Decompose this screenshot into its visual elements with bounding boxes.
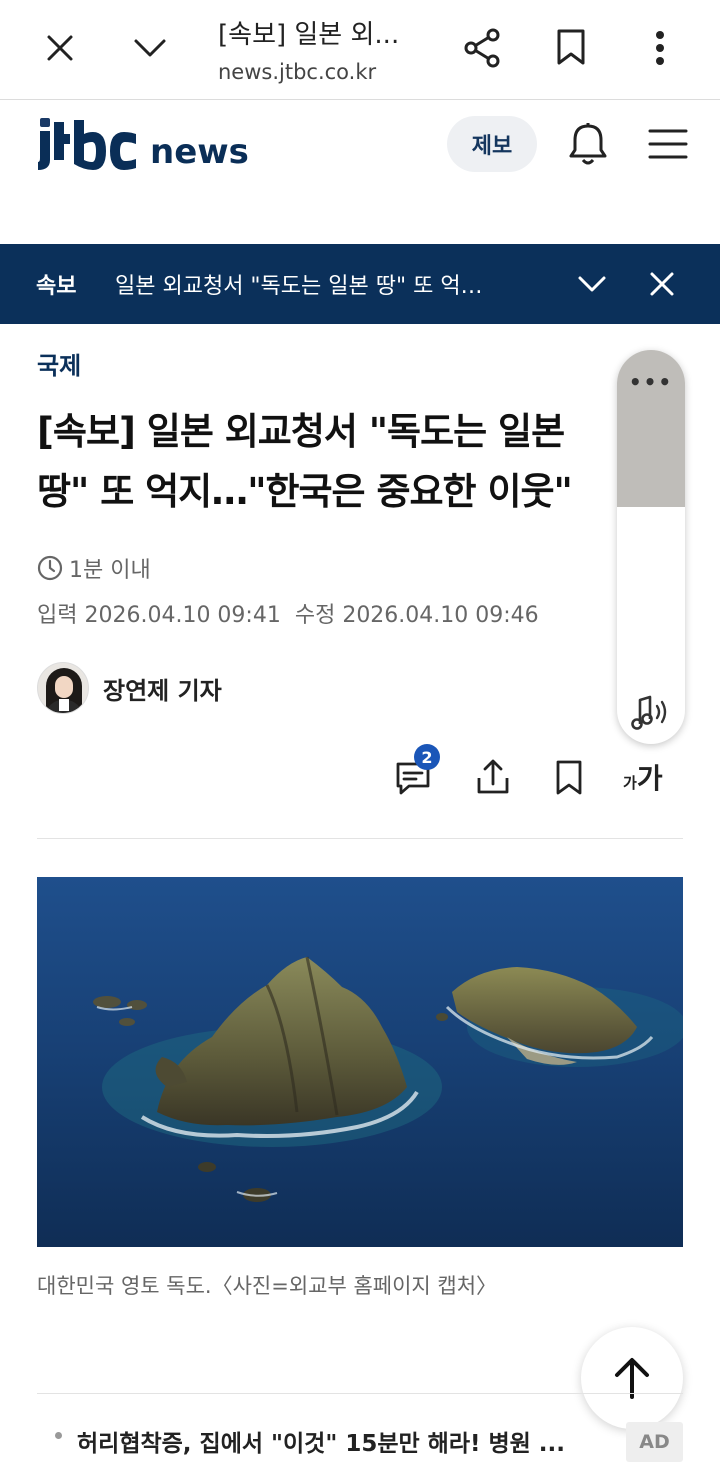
breaking-tag: 속보: [36, 274, 77, 299]
article-category[interactable]: 국제: [37, 346, 81, 381]
jtbc-news-logo[interactable]: news: [36, 118, 249, 172]
photo-caption: 대한민국 영토 독도.〈사진=외교부 홈페이지 캡처〉: [37, 1274, 498, 1298]
headline-line: [속보] 일본 외교청서 "독도는 일본: [37, 410, 565, 453]
font-size-big: 가: [636, 762, 663, 795]
article-dates: 입력 2026.04.10 09:41 수정 2026.04.10 09:46: [37, 597, 539, 629]
bookmark-icon[interactable]: [553, 26, 589, 68]
comment-count-badge: 2: [414, 744, 440, 770]
breaking-headline[interactable]: 일본 외교청서 "독도는 일본 땅" 또 억…: [115, 268, 515, 300]
url-text[interactable]: news.jtbc.co.kr: [218, 60, 376, 84]
audio-listen-icon[interactable]: [629, 692, 673, 732]
headline-line: 땅" 또 억지…"한국은 중요한 이웃": [37, 470, 573, 513]
read-time: 1분 이내: [37, 552, 151, 584]
article-photo[interactable]: [37, 877, 683, 1247]
modified-date: 수정 2026.04.10 09:46: [294, 603, 539, 628]
tab-title[interactable]: [속보] 일본 외...: [218, 14, 399, 51]
close-icon[interactable]: [40, 28, 80, 68]
input-date: 입력 2026.04.10 09:41: [37, 603, 281, 628]
more-vertical-icon[interactable]: [645, 26, 675, 70]
dokdo-photo-image: [37, 877, 683, 1247]
ad-headline[interactable]: 허리협착증, 집에서 "이것" 15분만 해라! 병원 ...: [77, 1424, 587, 1458]
clock-icon: [37, 555, 63, 581]
jtbc-logo-mark: [38, 118, 136, 170]
close-icon[interactable]: [646, 268, 678, 300]
share-icon[interactable]: [473, 756, 513, 798]
breaking-news-banner[interactable]: 속보 일본 외교청서 "독도는 일본 땅" 또 억…: [0, 244, 720, 324]
bell-icon[interactable]: [566, 120, 610, 168]
logo-news-text: news: [150, 132, 249, 172]
browser-toolbar: [속보] 일본 외... news.jtbc.co.kr: [0, 0, 720, 100]
list-bullet: [55, 1432, 62, 1439]
ad-badge: AD: [626, 1422, 683, 1462]
tts-panel[interactable]: •••: [617, 350, 685, 744]
share-icon[interactable]: [461, 26, 503, 70]
author[interactable]: 장연제 기자: [37, 662, 222, 714]
more-horizontal-icon[interactable]: •••: [617, 370, 685, 394]
ad-row[interactable]: 허리협착증, 집에서 "이것" 15분만 해라! 병원 ... AD: [37, 1393, 683, 1465]
read-time-text: 1분 이내: [69, 558, 151, 583]
hamburger-menu-icon[interactable]: [646, 124, 690, 164]
chevron-down-icon[interactable]: [574, 268, 610, 300]
chevron-down-icon[interactable]: [130, 28, 170, 68]
bookmark-icon[interactable]: [551, 758, 587, 798]
author-name[interactable]: 장연제 기자: [103, 671, 222, 706]
divider: [37, 838, 683, 839]
tip-button[interactable]: 제보: [447, 116, 537, 172]
avatar[interactable]: [37, 662, 89, 714]
font-size-small: 가: [623, 774, 637, 792]
article-headline: [속보] 일본 외교청서 "독도는 일본 땅" 또 억지…"한국은 중요한 이웃…: [37, 402, 627, 522]
font-size-button[interactable]: 가가: [623, 757, 663, 797]
